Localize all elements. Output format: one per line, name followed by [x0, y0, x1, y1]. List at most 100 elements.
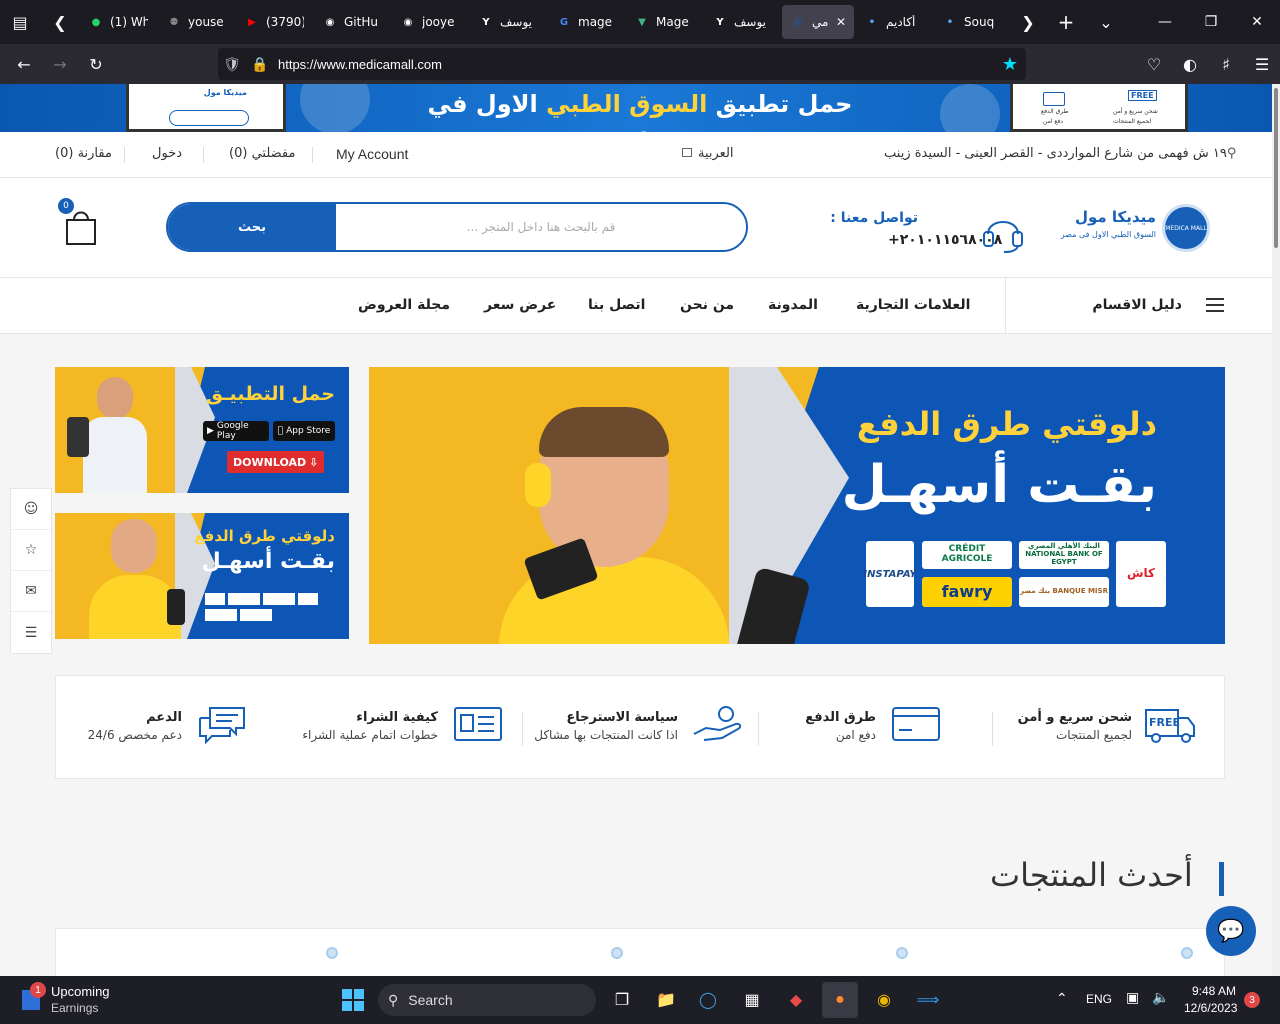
scroll-tabs-left-icon[interactable]: ❮	[40, 0, 80, 44]
taskbar-search[interactable]: ⚲ Search	[378, 984, 596, 1016]
browser-tab[interactable]: • Souq	[934, 5, 1010, 39]
live-chat-icon[interactable]: 💬	[1206, 906, 1256, 956]
google-play-badge[interactable]: ▶ Google Play	[203, 421, 269, 441]
browser-tab-title: (3790)	[266, 15, 304, 29]
bookmark-star-icon[interactable]: ★	[994, 54, 1026, 75]
restore-icon[interactable]: ❐	[1188, 0, 1234, 44]
list-icon[interactable]: ☰	[11, 612, 51, 653]
store-icon[interactable]: ▦	[734, 982, 770, 1018]
user-icon[interactable]: ☺	[11, 489, 51, 530]
hero-line-2: بقـت أسهـل	[841, 455, 1157, 515]
download-app-banner[interactable]: حمل التطبيـق ▶Google Play App Store DOW…	[55, 367, 349, 493]
menu-item-brands[interactable]: العلامات التجارية	[856, 297, 970, 313]
list-all-tabs-icon[interactable]: ▤	[0, 0, 40, 44]
browser-tab[interactable]: • أكاديم	[856, 5, 932, 39]
edge-icon[interactable]: ◯	[690, 982, 726, 1018]
windows-start-icon[interactable]	[335, 982, 371, 1018]
input-language[interactable]: ENG	[1086, 992, 1112, 1006]
pocket-icon[interactable]: ♡	[1136, 44, 1172, 84]
minimize-icon[interactable]: —	[1142, 0, 1188, 44]
browser-tab[interactable]: ◎ مي ✕	[782, 5, 854, 39]
extensions-icon[interactable]: ♯	[1208, 44, 1244, 84]
vue-icon: ▼	[638, 16, 646, 28]
yandex-icon: Y	[716, 16, 724, 28]
cart-button[interactable]: 0	[58, 198, 98, 246]
browser-tab[interactable]: ◉ jooye	[392, 5, 468, 39]
app-promo-banner[interactable]: ميديكا مول حمل تطبيق السوق الطبي الاول ف…	[0, 84, 1272, 132]
tray-chevron-up-icon[interactable]: ⌃	[1056, 990, 1068, 1007]
search-button[interactable]: بحث	[168, 204, 336, 250]
weather-title: Upcoming	[51, 984, 110, 999]
decor-bubble	[300, 84, 370, 132]
app-red-icon[interactable]: ◆	[778, 982, 814, 1018]
browser-tab[interactable]: ◉ GitHu	[314, 5, 390, 39]
close-window-icon[interactable]: ✕	[1234, 0, 1280, 44]
section-title-latest-products: أحدث المنتجات	[990, 856, 1193, 894]
compare-link[interactable]: مقارنة (0)	[55, 146, 112, 161]
browser-tab[interactable]: ▶ (3790)	[236, 5, 312, 39]
login-link[interactable]: دخول	[152, 146, 182, 161]
promo-phone-left-logo: ميديكا مول	[203, 88, 247, 97]
file-explorer-icon[interactable]: 📁	[648, 982, 684, 1018]
reload-icon[interactable]: ↻	[78, 44, 114, 84]
volume-icon[interactable]: 🔈	[1152, 989, 1169, 1006]
hero-banner-payment-methods[interactable]: دلوقتي طرق الدفع بقـت أسهـل INSTAPAY CRÉ…	[369, 367, 1225, 644]
browser-tab[interactable]: Y يوسف	[470, 5, 546, 39]
shield-icon[interactable]: 🛡	[218, 56, 246, 73]
categories-toggle[interactable]: دليل الاقسام	[1005, 278, 1272, 334]
browser-tab[interactable]: ● (1) Wh	[80, 5, 156, 39]
menu-item-offers-magazine[interactable]: مجلة العروض	[358, 297, 450, 313]
menu-item-about[interactable]: من نحن	[680, 297, 734, 313]
notification-count-badge[interactable]: 3	[1244, 992, 1260, 1008]
vscode-icon[interactable]: ⟹	[910, 982, 946, 1018]
clock-time[interactable]: 9:48 AM	[1192, 984, 1236, 998]
download-button[interactable]: DOWNLOAD ⇩	[227, 451, 325, 473]
scrollbar-thumb[interactable]	[1274, 88, 1278, 248]
payment-methods-banner-small[interactable]: دلوقتي طرق الدفع بقـت أسهـل	[55, 513, 349, 639]
new-tab-icon[interactable]: +	[1046, 0, 1086, 44]
menu-item-blog[interactable]: المدونة	[768, 297, 818, 313]
wishlist-link[interactable]: مفضلتي (0)	[229, 146, 295, 161]
browser-tab-title: Souq	[964, 15, 995, 29]
tab-list-chevron-down-icon[interactable]: ⌄	[1086, 0, 1126, 44]
browser-tab[interactable]: Y يوسف	[704, 5, 780, 39]
browser-tab[interactable]: ▼ Mage	[626, 5, 702, 39]
menu-hamburger-icon[interactable]: ☰	[1244, 44, 1280, 84]
product-wishlist-dot[interactable]	[896, 947, 908, 959]
forward-icon[interactable]: →	[42, 44, 78, 84]
firefox-icon[interactable]: ●	[822, 982, 858, 1018]
address-bar[interactable]: 🛡 🔒 https://www.medicamall.com ★	[218, 48, 1026, 80]
site-logo[interactable]: ميديكا مول السوق الطبي الاول فى مصر MEDI…	[1060, 194, 1214, 260]
app-store-badge[interactable]: App Store	[273, 421, 335, 441]
star-icon[interactable]: ☆	[11, 530, 51, 571]
lock-icon[interactable]: 🔒	[246, 56, 274, 73]
network-icon[interactable]: ▣	[1126, 989, 1139, 1006]
scroll-tabs-right-icon[interactable]: ❯	[1010, 0, 1046, 44]
mail-open-icon[interactable]: ✉	[11, 571, 51, 612]
product-wishlist-dot[interactable]	[326, 947, 338, 959]
page-scrollbar[interactable]	[1272, 84, 1280, 976]
feature-how-to-buy: كيفية الشراء خطوات اتمام عملية الشراء	[288, 676, 523, 780]
menu-item-contact[interactable]: اتصل بنا	[588, 297, 645, 313]
product-wishlist-dot[interactable]	[611, 947, 623, 959]
browser-tab[interactable]: ⚉ youse	[158, 5, 234, 39]
address-text: ١٩ ش فهمى من شارع الموارددى - القصر العي…	[884, 146, 1227, 161]
account-icon[interactable]: ◐	[1172, 44, 1208, 84]
instapay-logo: INSTAPAY	[863, 541, 917, 607]
back-icon[interactable]: ←	[6, 44, 42, 84]
task-view-icon[interactable]: ❐	[604, 982, 640, 1018]
menu-item-quote[interactable]: عرض سعر	[484, 297, 556, 313]
url-text[interactable]: https://www.medicamall.com	[278, 57, 442, 72]
language-selector[interactable]: العربية	[682, 146, 734, 161]
feature-subtitle: دعم مخصص 24/6	[87, 728, 182, 742]
my-account-link[interactable]: My Account	[336, 146, 408, 162]
clock-date[interactable]: 12/6/2023	[1184, 1001, 1237, 1015]
browser-tab[interactable]: Gmage	[548, 5, 624, 39]
search-input[interactable]	[336, 204, 746, 250]
close-tab-icon[interactable]: ✕	[836, 15, 846, 29]
logo-subtitle: السوق الطبي الاول فى مصر	[1060, 230, 1156, 239]
man-with-phone-image	[67, 377, 147, 493]
weather-widget[interactable]: 1 Upcoming Earnings	[18, 982, 128, 1018]
product-wishlist-dot[interactable]	[1181, 947, 1193, 959]
chrome-icon[interactable]: ◉	[866, 982, 902, 1018]
